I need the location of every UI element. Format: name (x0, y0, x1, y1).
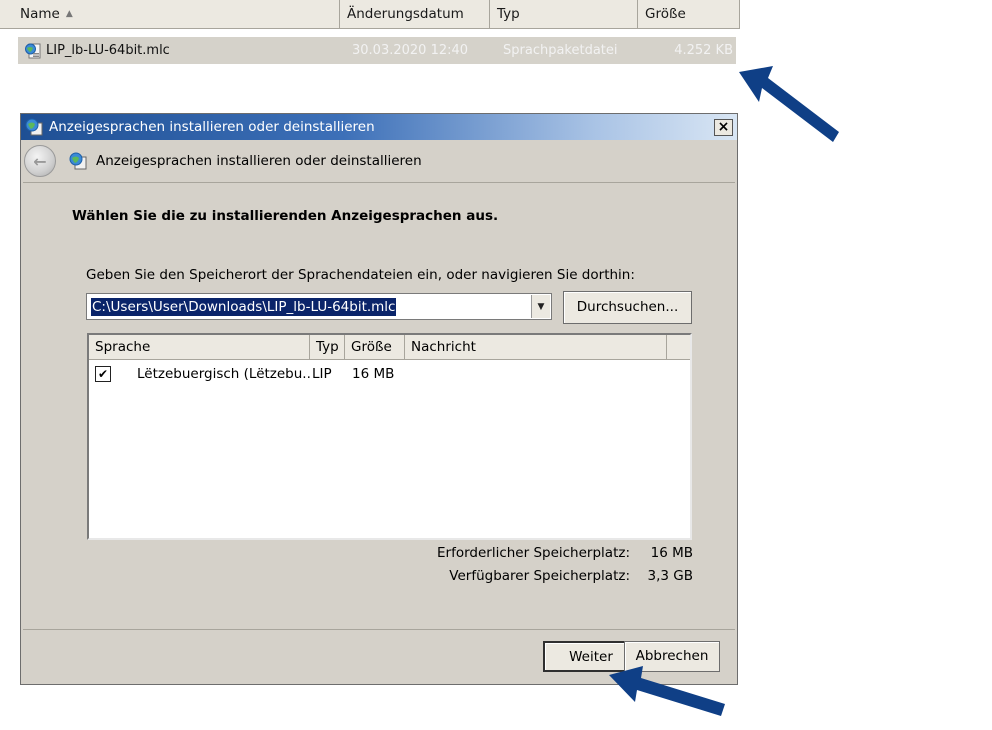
column-header-size-label: Größe (645, 6, 686, 22)
globe-icon (69, 152, 87, 170)
dialog-title: Anzeigesprachen installieren oder deinst… (49, 119, 375, 135)
dropdown-button[interactable]: ▼ (531, 295, 550, 318)
language-checkbox[interactable]: ✔ (95, 366, 111, 382)
column-header-size[interactable]: Größe (345, 335, 405, 359)
column-header-date[interactable]: Änderungsdatum (340, 0, 490, 28)
location-combobox[interactable]: C:\Users\User\Downloads\LIP_lb-LU-64bit.… (86, 293, 552, 320)
required-space-value: 16 MB (650, 545, 693, 561)
explorer-column-header: Name ▲ Änderungsdatum Typ Größe (0, 0, 740, 29)
browse-button[interactable]: Durchsuchen... (563, 291, 692, 324)
file-date: 30.03.2020 12:40 (352, 43, 469, 58)
required-space-line: Erforderlicher Speicherplatz: 16 MB (413, 545, 693, 568)
chevron-down-icon: ▼ (537, 301, 545, 312)
column-header-language[interactable]: Sprache (89, 335, 310, 359)
column-header-date-label: Änderungsdatum (347, 6, 464, 22)
wizard-title: Anzeigesprachen installieren oder deinst… (96, 153, 422, 169)
column-header-size[interactable]: Größe (638, 0, 740, 28)
column-header-name-label: Name (20, 6, 60, 22)
close-icon: × (717, 119, 730, 135)
dialog-titlebar[interactable]: Anzeigesprachen installieren oder deinst… (21, 114, 737, 140)
location-label: Geben Sie den Speicherort der Sprachenda… (86, 267, 635, 283)
arrow-pointer-icon (739, 66, 839, 142)
language-name: Lëtzebuergisch (Lëtzebu... (137, 366, 312, 382)
globe-icon (25, 118, 43, 136)
arrow-pointer-icon (609, 666, 725, 716)
page-heading: Wählen Sie die zu installierenden Anzeig… (72, 208, 499, 224)
list-item[interactable]: ✔ Lëtzebuergisch (Lëtzebu... LIP 16 MB (89, 363, 690, 385)
sort-ascending-icon: ▲ (65, 9, 73, 19)
file-type: Sprachpaketdatei (503, 43, 618, 58)
available-space-line: Verfügbarer Speicherplatz: 3,3 GB (413, 568, 693, 591)
close-button[interactable]: × (714, 119, 733, 136)
language-type: LIP (312, 366, 332, 382)
file-name: LIP_lb-LU-64bit.mlc (46, 43, 170, 58)
back-arrow-icon: ← (33, 151, 47, 171)
column-header-name[interactable]: Name ▲ (0, 0, 340, 28)
file-size: 4.252 KB (674, 43, 733, 58)
install-language-dialog: Anzeigesprachen installieren oder deinst… (20, 113, 738, 685)
language-list[interactable]: Sprache Typ Größe Nachricht ✔ Lëtzebuerg… (87, 333, 692, 540)
column-header-type-label: Typ (497, 6, 520, 22)
available-space-value: 3,3 GB (647, 568, 693, 584)
back-button[interactable]: ← (24, 145, 56, 177)
disk-space-summary: Erforderlicher Speicherplatz: 16 MB Verf… (413, 545, 693, 591)
required-space-label: Erforderlicher Speicherplatz: (436, 545, 630, 561)
file-row[interactable]: LIP_lb-LU-64bit.mlc 30.03.2020 12:40 Spr… (18, 37, 736, 64)
checkmark-icon: ✔ (97, 367, 109, 381)
wizard-content: Wählen Sie die zu installierenden Anzeig… (23, 182, 735, 630)
available-space-label: Verfügbarer Speicherplatz: (449, 568, 630, 584)
location-input-value[interactable]: C:\Users\User\Downloads\LIP_lb-LU-64bit.… (91, 297, 397, 316)
column-header-message[interactable]: Nachricht (405, 335, 667, 359)
column-header-type[interactable]: Typ (490, 0, 638, 28)
language-list-header: Sprache Typ Größe Nachricht (89, 335, 690, 360)
column-header-type[interactable]: Typ (310, 335, 345, 359)
language-size: 16 MB (352, 366, 395, 382)
dialog-navbar: ← Anzeigesprachen installieren oder dein… (21, 140, 737, 182)
language-pack-file-icon (25, 43, 41, 58)
